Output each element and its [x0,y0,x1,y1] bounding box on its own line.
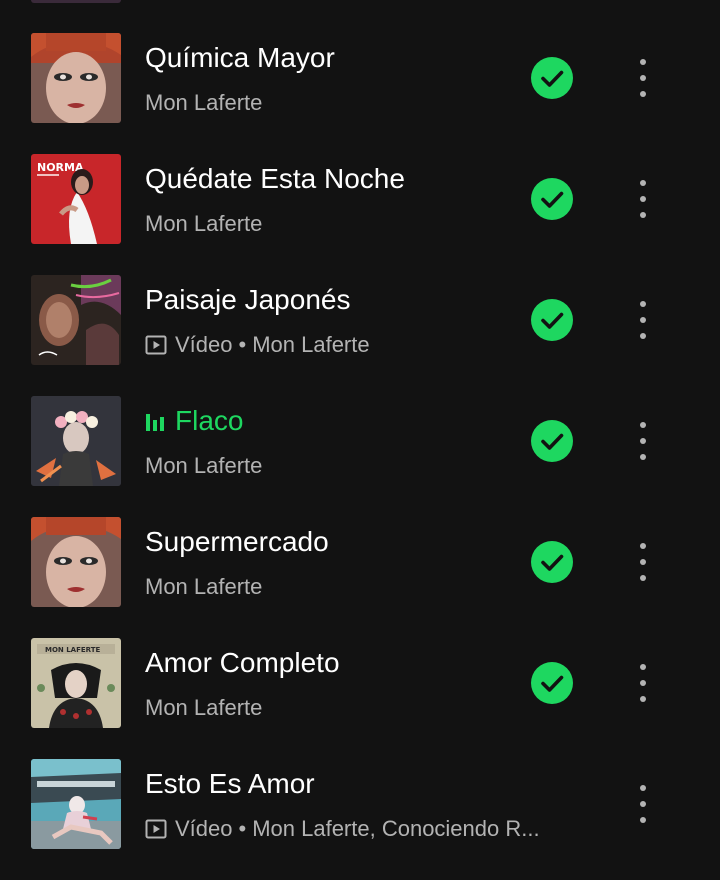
track-row[interactable]: Química Mayor Mon Laferte [0,33,720,154]
track-artist: Mon Laferte [145,453,263,478]
previous-track-cover-edge [31,0,121,3]
downloaded-check-icon [531,178,573,220]
album-cover [31,396,121,486]
track-row[interactable]: Esto Es Amor Vídeo • Mon Laferte, Conocien… [0,759,720,880]
video-label: Vídeo [175,332,233,357]
separator: • [238,816,247,841]
track-title: Amor Completo [145,647,340,678]
video-icon [145,819,167,839]
video-icon [145,335,167,355]
more-options-icon[interactable] [628,418,658,464]
more-options-icon[interactable] [628,539,658,585]
album-cover [31,33,121,123]
track-title: Paisaje Japonés [145,284,351,315]
track-artists: Mon Laferte, Conociendo R... [252,816,540,841]
video-label: Vídeo [175,816,233,841]
more-options-icon[interactable] [628,176,658,222]
track-row[interactable]: Supermercado Mon Laferte [0,517,720,638]
track-title: Quédate Esta Noche [145,163,405,194]
track-artist: Mon Laferte [145,574,263,599]
downloaded-check-icon [531,420,573,462]
track-artist: Mon Laferte [145,695,263,720]
more-options-icon[interactable] [628,660,658,706]
downloaded-check-icon [531,662,573,704]
track-list: Química Mayor Mon Laferte NORMA Quédate … [0,33,720,880]
track-title: Química Mayor [145,42,335,73]
track-subtitle: Vídeo • Mon Laferte [145,331,370,359]
cover-text: MON LAFERTE [45,646,101,654]
album-cover: MON LAFERTE [31,638,121,728]
now-playing-equalizer-icon [146,414,164,431]
album-cover [31,517,121,607]
track-row[interactable]: MON LAFERTE Amor Completo Mon Laferte [0,638,720,759]
separator: • [238,332,247,357]
album-cover [31,759,121,849]
track-row[interactable]: Flaco Mon Laferte [0,396,720,517]
track-row[interactable]: NORMA Quédate Esta Noche Mon Laferte [0,154,720,275]
more-options-icon[interactable] [628,781,658,827]
track-subtitle: Vídeo • Mon Laferte, Conociendo R... [145,815,540,843]
more-options-icon[interactable] [628,297,658,343]
track-title: Flaco [145,404,243,438]
downloaded-check-icon [531,299,573,341]
track-row[interactable]: Paisaje Japonés Vídeo • Mon Laferte [0,275,720,396]
track-title: Esto Es Amor [145,768,315,799]
track-title: Supermercado [145,526,329,557]
track-artist: Mon Laferte [252,332,370,357]
downloaded-check-icon [531,57,573,99]
track-artist: Mon Laferte [145,90,263,115]
track-title-text: Flaco [175,405,244,436]
downloaded-check-icon [531,541,573,583]
album-cover: NORMA [31,154,121,244]
track-artist: Mon Laferte [145,211,263,236]
more-options-icon[interactable] [628,55,658,101]
album-cover [31,275,121,365]
